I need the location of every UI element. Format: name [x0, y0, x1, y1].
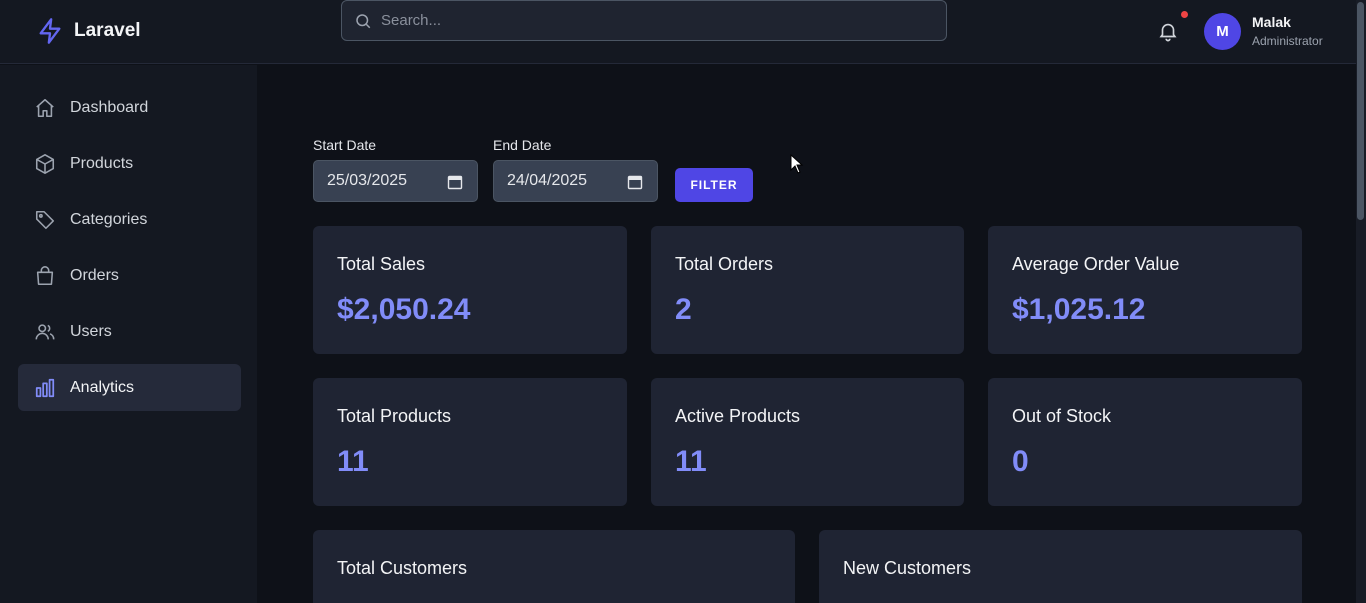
end-date-input[interactable]: 24/04/2025: [493, 160, 658, 202]
notification-dot: [1181, 11, 1188, 18]
sidebar-item-label: Orders: [70, 266, 119, 284]
main-content: Start Date 25/03/2025 End Date 24/04/202…: [257, 65, 1356, 603]
stat-card-title: Active Products: [675, 406, 801, 426]
users-icon: [35, 323, 55, 339]
end-date-label: End Date: [493, 137, 552, 153]
stat-card-average-order-value: Average Order Value $1,025.12: [988, 226, 1302, 354]
sidebar-item-label: Categories: [70, 210, 148, 228]
sidebar-item-label: Dashboard: [70, 98, 149, 116]
mouse-cursor-icon: [790, 154, 804, 174]
stat-card-out-of-stock: Out of Stock 0: [988, 378, 1302, 506]
start-date-input[interactable]: 25/03/2025: [313, 160, 478, 202]
calendar-icon[interactable]: [447, 174, 463, 190]
tag-icon: [35, 210, 55, 229]
lightning-icon: [39, 18, 61, 44]
stat-card-title: Total Sales: [337, 254, 426, 274]
sidebar-item-orders[interactable]: Orders: [18, 252, 241, 299]
calendar-icon[interactable]: [627, 174, 643, 190]
top-header: Laravel M Malak Administrator: [0, 0, 1356, 64]
stat-card-title: Total Customers: [337, 558, 468, 578]
stat-card-title: New Customers: [843, 558, 972, 578]
stat-card-total-orders: Total Orders 2: [651, 226, 964, 354]
bar-chart-icon: [35, 378, 55, 397]
start-date-label: Start Date: [313, 137, 377, 153]
brand-logo[interactable]: Laravel: [36, 17, 141, 45]
stat-card-value: 2: [675, 293, 692, 326]
home-icon: [36, 98, 54, 117]
start-date-value: 25/03/2025: [327, 172, 408, 189]
stat-card-title: Total Orders: [675, 254, 774, 274]
filter-button[interactable]: FILTER: [675, 168, 753, 202]
brand-name: Laravel: [74, 20, 141, 41]
stat-card-value: $2,050.24: [337, 293, 471, 326]
sidebar-item-label: Users: [70, 322, 112, 340]
search-bar[interactable]: [341, 0, 947, 41]
cube-icon: [35, 153, 55, 174]
stat-card-active-products: Active Products 11: [651, 378, 964, 506]
stat-card-title: Out of Stock: [1012, 406, 1112, 426]
stat-card-total-products: Total Products 11: [313, 378, 627, 506]
avatar[interactable]: M: [1204, 13, 1241, 50]
stat-card-value: 11: [675, 445, 707, 478]
stat-card-total-sales: Total Sales $2,050.24: [313, 226, 627, 354]
scrollbar-thumb[interactable]: [1357, 2, 1364, 220]
sidebar: Dashboard Products Categories Orders Use…: [0, 65, 257, 603]
bell-icon[interactable]: [1157, 19, 1179, 43]
stat-card-value: 0: [1012, 445, 1029, 478]
sidebar-item-label: Products: [70, 154, 134, 172]
stat-card-title: Total Products: [337, 406, 452, 426]
search-icon: [356, 13, 371, 28]
sidebar-item-categories[interactable]: Categories: [18, 196, 241, 243]
search-input[interactable]: [381, 12, 946, 29]
sidebar-item-dashboard[interactable]: Dashboard: [18, 84, 241, 131]
stat-card-title: Average Order Value: [1012, 254, 1180, 274]
sidebar-item-users[interactable]: Users: [18, 308, 241, 355]
sidebar-item-products[interactable]: Products: [18, 140, 241, 187]
end-date-value: 24/04/2025: [507, 172, 588, 189]
user-role: Administrator: [1252, 34, 1323, 48]
sidebar-item-analytics[interactable]: Analytics: [18, 364, 241, 411]
stat-card-new-customers: New Customers: [819, 530, 1302, 603]
stat-card-value: 11: [337, 445, 369, 478]
user-name[interactable]: Malak: [1252, 14, 1291, 30]
stat-card-total-customers: Total Customers: [313, 530, 795, 603]
shopping-bag-icon: [36, 265, 54, 285]
stat-card-value: $1,025.12: [1012, 293, 1146, 326]
sidebar-item-label: Analytics: [70, 378, 135, 396]
